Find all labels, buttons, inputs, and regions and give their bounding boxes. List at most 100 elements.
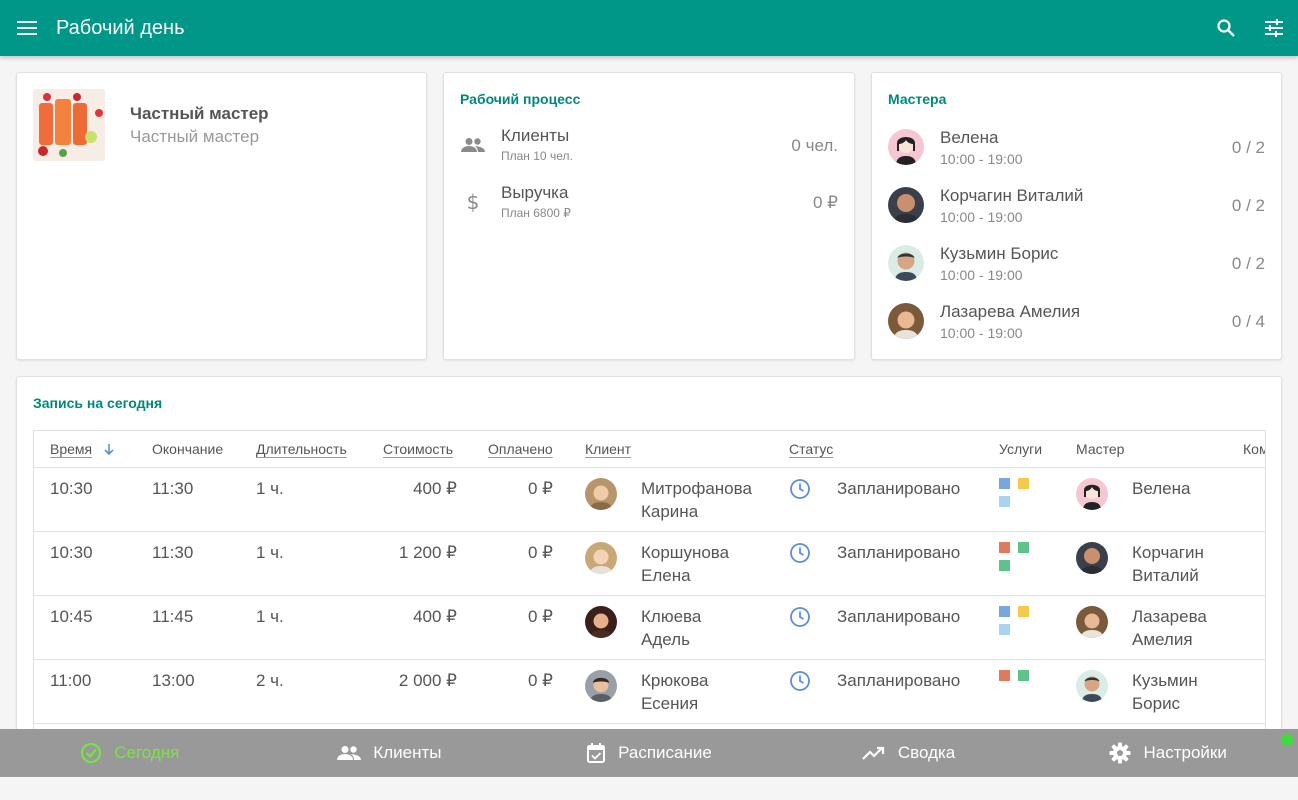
check-circle-icon	[81, 743, 102, 763]
cell-duration: 2 ч.	[256, 671, 284, 690]
cell-client: Коршунова Елена	[641, 543, 730, 585]
avatar	[585, 670, 617, 702]
master-count: 0 / 2	[1231, 138, 1265, 157]
dollar-icon: $	[467, 191, 480, 213]
nav-label: Сегодня	[114, 743, 180, 762]
service-marker	[999, 478, 1010, 489]
appointments-title: Запись на сегодня	[33, 395, 163, 411]
cell-status: Запланировано	[837, 479, 961, 498]
avatar	[888, 187, 924, 223]
search-icon	[1217, 19, 1235, 37]
column-header-services[interactable]: Услуги	[999, 441, 1042, 457]
column-header-comment[interactable]: Ком	[1243, 441, 1265, 457]
column-header-duration[interactable]: Длительность	[256, 441, 347, 457]
master-hours: 10:00 - 19:00	[940, 325, 1023, 341]
cell-master: Лазарева Амелия	[1132, 607, 1207, 649]
cell-master: Корчагин Виталий	[1132, 543, 1204, 585]
cell-paid: 0 ₽	[528, 543, 553, 562]
service-marker	[1018, 542, 1029, 553]
table-row[interactable]: 11:00 13:00 2 ч. 2 000 ₽ 0 ₽ Крюкова Есен…	[34, 660, 1265, 724]
table-row[interactable]: 10:45 11:45 1 ч. 400 ₽ 0 ₽ Клюева Адель З…	[34, 596, 1265, 660]
workflow-title: Рабочий процесс	[460, 91, 581, 107]
master-name: Лазарева Амелия	[940, 302, 1081, 321]
service-marker	[999, 670, 1010, 681]
cell-client: Крюкова Есения	[641, 671, 709, 713]
nav-label: Клиенты	[373, 743, 442, 762]
table-row[interactable]: 10:30 11:30 1 ч. 1 200 ₽ 0 ₽ Коршунова Ел…	[34, 532, 1265, 596]
cell-duration: 1 ч.	[256, 607, 284, 626]
nav-settings[interactable]: Настройки	[1038, 729, 1298, 777]
master-count: 0 / 2	[1231, 196, 1265, 215]
appointments-table: Время Окончание Длительность Стоимость О…	[33, 430, 1266, 735]
menu-icon	[17, 21, 37, 35]
cell-client: Клюева Адель	[641, 607, 702, 649]
avatar	[585, 606, 617, 638]
filter-button[interactable]	[1250, 0, 1298, 56]
profile-card: Частный мастер Частный мастер	[16, 72, 427, 360]
column-header-client[interactable]: Клиент	[585, 441, 631, 457]
nav-label: Настройки	[1143, 743, 1227, 762]
cell-master: Кузьмин Борис	[1132, 671, 1198, 713]
cell-end: 11:30	[152, 543, 194, 562]
nav-today[interactable]: Сегодня	[0, 729, 260, 777]
avatar	[1076, 542, 1108, 574]
master-hours: 10:00 - 19:00	[940, 151, 1023, 167]
avatar	[1076, 478, 1108, 510]
service-marker	[999, 560, 1010, 571]
column-header-time[interactable]: Время	[50, 441, 116, 457]
column-header-cost[interactable]: Стоимость	[383, 441, 453, 457]
service-marker	[1018, 606, 1029, 617]
workflow-clients-row: Клиенты План 10 чел. 0 чел.	[460, 123, 838, 167]
cell-cost: 400 ₽	[413, 607, 457, 626]
avatar	[888, 129, 924, 165]
cell-cost: 1 200 ₽	[398, 543, 457, 562]
workflow-value: 0 чел.	[791, 136, 838, 155]
master-item[interactable]: Кузьмин Борис 10:00 - 19:00 0 / 2	[888, 241, 1265, 285]
cell-paid: 0 ₽	[528, 607, 553, 626]
search-button[interactable]	[1202, 0, 1250, 56]
column-header-master[interactable]: Мастер	[1076, 441, 1124, 457]
workflow-plan: План 6800 ₽	[501, 206, 571, 220]
avatar	[1076, 670, 1108, 702]
workflow-revenue-row: $ Выручка План 6800 ₽ 0 ₽	[460, 180, 838, 224]
avatar	[888, 245, 924, 281]
nav-summary[interactable]: Сводка	[779, 729, 1039, 777]
people-icon	[337, 746, 362, 760]
avatar	[585, 542, 617, 574]
cell-duration: 1 ч.	[256, 479, 284, 498]
service-marker	[999, 624, 1010, 635]
nav-schedule[interactable]: Расписание	[519, 729, 779, 777]
calendar-icon	[587, 743, 606, 763]
cell-status: Запланировано	[837, 543, 961, 562]
column-header-end[interactable]: Окончание	[152, 441, 223, 457]
nav-clients[interactable]: Клиенты	[260, 729, 520, 777]
master-item[interactable]: Велена 10:00 - 19:00 0 / 2	[888, 125, 1265, 169]
profile-image	[33, 89, 105, 161]
cell-end: 11:30	[152, 479, 194, 498]
page-title: Рабочий день	[56, 16, 185, 39]
menu-button[interactable]	[0, 0, 56, 56]
cell-time: 10:45	[50, 607, 93, 626]
masters-title: Мастера	[888, 91, 947, 107]
cell-status: Запланировано	[837, 671, 961, 690]
trending-up-icon	[862, 746, 884, 760]
master-name: Велена	[940, 128, 999, 147]
cell-client: Митрофанова Карина	[641, 479, 752, 521]
master-item[interactable]: Корчагин Виталий 10:00 - 19:00 0 / 2	[888, 183, 1265, 227]
nav-label: Сводка	[897, 743, 956, 762]
workflow-card: Рабочий процесс Клиенты План 10 чел. 0 ч…	[443, 72, 855, 360]
master-item[interactable]: Лазарева Амелия 10:00 - 19:00 0 / 4	[888, 299, 1265, 343]
masters-card: Мастера Велена 10:00 - 19:00 0 / 2 Корча…	[871, 72, 1282, 360]
people-icon	[461, 138, 485, 152]
table-header: Время Окончание Длительность Стоимость О…	[34, 431, 1265, 468]
column-header-status[interactable]: Статус	[789, 441, 833, 457]
table-row[interactable]: 10:30 11:30 1 ч. 400 ₽ 0 ₽ Митрофанова Ка…	[34, 468, 1265, 532]
avatar	[585, 478, 617, 510]
service-marker	[999, 606, 1010, 617]
cell-time: 11:00	[50, 671, 92, 690]
avatar	[888, 303, 924, 339]
app-bar: Рабочий день	[0, 0, 1298, 56]
workflow-value: 0 ₽	[813, 193, 838, 212]
column-header-paid[interactable]: Оплачено	[488, 441, 553, 457]
cell-duration: 1 ч.	[256, 543, 284, 562]
